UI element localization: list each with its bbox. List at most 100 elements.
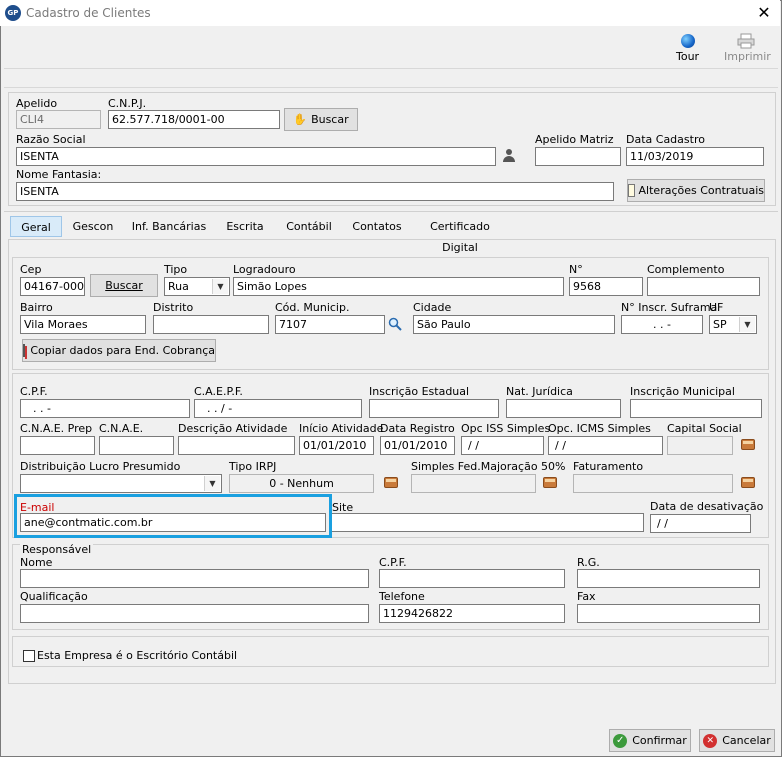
imprimir-button[interactable]: Imprimir [722,32,771,64]
faturamento-field [573,474,733,493]
alteracoes-label: Alterações Contratuais [638,184,764,197]
responsavel-title: Responsável [20,543,94,556]
site-field[interactable] [330,513,644,532]
apelido-matriz-label: Apelido Matriz [535,133,614,146]
numero-field[interactable]: 9568 [569,277,643,296]
cnae-prep-label: C.N.A.E. Prep [20,422,93,435]
cnae-prep-field[interactable] [20,436,95,455]
close-button[interactable]: ✕ [753,2,775,24]
rg-field[interactable] [577,569,760,588]
responsavel-cpf-label: C.P.F. [379,556,407,569]
fax-field[interactable] [577,604,760,623]
capital-social-field [667,436,733,455]
rg-label: R.G. [577,556,600,569]
tour-label: Tour [676,50,700,63]
cancelar-button[interactable]: ✕ Cancelar [699,729,775,752]
book-icon[interactable] [384,477,398,488]
nat-juridica-field[interactable] [506,399,621,418]
apelido-matriz-field[interactable] [535,147,621,166]
cod-municip-field[interactable]: 7107 [275,315,385,334]
cpf-field[interactable]: . . - [20,399,190,418]
cod-municip-label: Cód. Municip. [275,301,350,314]
cnpj-field[interactable]: 62.577.718/0001-00 [108,110,280,129]
cancel-icon: ✕ [703,733,718,748]
distribuicao-lucro-select[interactable]: ▼ [20,474,222,493]
data-registro-field[interactable]: 01/01/2010 [380,436,455,455]
chevron-down-icon: ▼ [204,476,220,491]
tab-contabil[interactable]: Contábil [282,216,336,237]
cep-field[interactable]: 04167-000 [20,277,85,296]
opc-iss-simples-field[interactable]: / / [461,436,544,455]
faturamento-label: Faturamento [573,460,644,473]
qualificacao-label: Qualificação [20,590,88,603]
data-cadastro-field[interactable]: 11/03/2019 [626,147,764,166]
cidade-field[interactable]: São Paulo [413,315,615,334]
qualificacao-field[interactable] [20,604,369,623]
inscricao-estadual-label: Inscrição Estadual [369,385,470,398]
opc-iss-simples-label: Opc ISS Simples [461,422,551,435]
distrito-field[interactable] [153,315,269,334]
tipo-irpj-label: Tipo IRPJ [229,460,277,473]
buscar-label: Buscar [311,113,349,126]
caepf-label: C.A.E.P.F. [194,385,243,398]
cancelar-label: Cancelar [722,734,771,747]
complemento-field[interactable] [647,277,760,296]
logradouro-label: Logradouro [233,263,296,276]
escritorio-checkbox[interactable] [23,650,35,662]
confirmar-button[interactable]: ✓ Confirmar [609,729,691,752]
razao-social-field[interactable]: ISENTA [16,147,496,166]
inscricao-estadual-field[interactable] [369,399,499,418]
apelido-field[interactable]: CLI4 [16,110,101,129]
uf-select[interactable]: SP ▼ [709,315,757,334]
bairro-field[interactable]: Vila Moraes [20,315,146,334]
book-icon[interactable] [741,439,755,450]
cnpj-buscar-button[interactable]: ✋ Buscar [284,108,358,131]
numero-label: N° [569,263,583,276]
tab-contatos[interactable]: Contatos [348,216,406,237]
opc-icms-simples-field[interactable]: / / [548,436,663,455]
data-desativacao-field[interactable]: / / [650,514,751,533]
cnae-field[interactable] [99,436,174,455]
alteracoes-contratuais-button[interactable]: Alterações Contratuais [627,179,765,202]
fax-label: Fax [577,590,596,603]
copiar-endereco-button[interactable]: Copiar dados para End. Cobrança [22,339,216,362]
toolbar-separator [4,68,778,69]
tab-geral[interactable]: Geral [10,216,62,237]
inicio-atividade-label: Início Atividade [299,422,384,435]
book-icon[interactable] [543,477,557,488]
magnifier-icon[interactable] [388,317,402,331]
logradouro-field[interactable]: Simão Lopes [233,277,564,296]
nome-field[interactable] [20,569,369,588]
descricao-atividade-field[interactable] [178,436,295,455]
suframa-field[interactable]: . . - [621,315,703,334]
nome-fantasia-field[interactable]: ISENTA [16,182,614,201]
chevron-down-icon: ▼ [739,317,755,332]
inscricao-municipal-field[interactable] [630,399,762,418]
tipo-irpj-field: 0 - Nenhum [229,474,374,493]
imprimir-label: Imprimir [724,50,771,63]
tab-gescon[interactable]: Gescon [68,216,118,237]
book-icon[interactable] [741,477,755,488]
data-desativacao-label: Data de desativação [650,500,764,513]
copiar-label: Copiar dados para End. Cobrança [30,344,215,357]
cep-buscar-button[interactable]: Buscar [90,274,158,297]
tab-certificado-digital[interactable]: Certificado Digital [412,216,508,254]
globe-icon [681,34,695,48]
tipo-select[interactable]: Rua ▼ [164,277,230,296]
cnae-label: C.N.A.E. [99,422,144,435]
inicio-atividade-field[interactable]: 01/01/2010 [299,436,374,455]
tour-button[interactable]: Tour [674,32,702,64]
printer-icon [737,33,755,49]
copy-document-icon [23,344,26,357]
buscar-label: Buscar [105,279,143,292]
caepf-field[interactable]: . . / - [194,399,362,418]
responsavel-cpf-field[interactable] [379,569,565,588]
apelido-label: Apelido [16,97,58,110]
nat-juridica-label: Nat. Jurídica [506,385,573,398]
cep-label: Cep [20,263,42,276]
tab-inf-bancarias[interactable]: Inf. Bancárias [126,216,212,237]
simples-majoracao-field [411,474,536,493]
tab-escrita[interactable]: Escrita [222,216,268,237]
contract-icon [628,184,635,197]
telefone-field[interactable]: 1129426822 [379,604,565,623]
